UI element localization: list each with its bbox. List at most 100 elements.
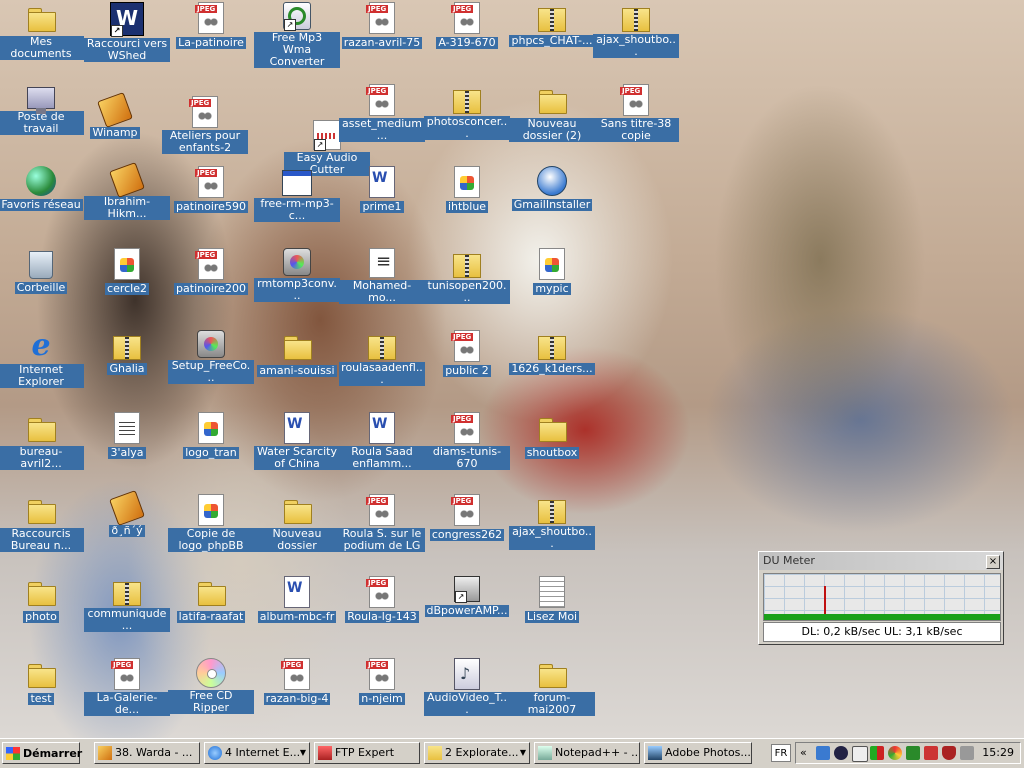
desktop-icon-copie-logo[interactable]: Copie de logo_phpBB [168, 494, 254, 552]
desktop-icon-roula-lg[interactable]: Roula-lg-143 [339, 576, 425, 623]
desktop-icon-latifa[interactable]: latifa-raafat [168, 576, 254, 623]
desktop-icon-phpcs-chat[interactable]: phpcs_CHAT-... [509, 2, 595, 47]
close-icon[interactable]: × [986, 555, 1000, 569]
desktop-icon-photo[interactable]: photo [0, 576, 84, 623]
desktop-icon-mypic[interactable]: mypic [509, 248, 595, 295]
desktop-icon-nouveau-dossier-2[interactable]: Nouveau dossier (2) [509, 84, 595, 142]
desktop-icon-test[interactable]: test [0, 658, 84, 705]
desktop-icon-album-mbc[interactable]: album-mbc-fr [254, 576, 340, 623]
desktop-icon-shoutbox[interactable]: shoutbox [509, 412, 595, 459]
globe-tray-icon[interactable] [834, 746, 848, 760]
desktop-icon-cercle2[interactable]: cercle2 [84, 248, 170, 295]
desktop-icon-razan-big[interactable]: razan-big-4 [254, 658, 340, 705]
network-tray-icon[interactable] [816, 746, 830, 760]
security-tray-icon[interactable] [924, 746, 938, 760]
desktop-icon-tunisopen[interactable]: tunisopen200... [424, 248, 510, 304]
jpeg-file-icon [195, 248, 224, 280]
desktop-icon-corbeille[interactable]: Corbeille [0, 248, 84, 294]
desktop-icon-mes-documents[interactable]: Mes documents [0, 2, 84, 60]
desktop-icon-la-galerie[interactable]: La-Galerie-de... [84, 658, 170, 716]
desktop-icon-patinoire200[interactable]: patinoire200 [168, 248, 254, 295]
desktop-icon-ajax-shoutbox[interactable]: ajax_shoutbo... [593, 2, 679, 58]
chrome-tray-icon[interactable] [888, 746, 902, 760]
desktop-icon-favoris-reseau[interactable]: Favoris réseau [0, 166, 84, 211]
desktop-icon-1626-k1ders[interactable]: 1626_k1ders... [509, 330, 595, 375]
desktop-icon-la-patinoire[interactable]: La-patinoire [168, 2, 254, 49]
icon-label: Roula-lg-143 [345, 610, 419, 623]
desktop-icon-forum-mai[interactable]: forum-mai2007 [509, 658, 595, 716]
desktop-icon-sans-titre[interactable]: Sans titre-38 copie [593, 84, 679, 142]
update-tray-icon[interactable] [906, 746, 920, 760]
desktop-icon-communiqude[interactable]: communiqude... [84, 576, 170, 632]
icon-label: Copie de logo_phpBB [168, 528, 254, 552]
desktop-icon-diams[interactable]: diams-tunis-670 [424, 412, 510, 470]
network-icon [26, 166, 56, 196]
taskbar-button-ftp-expert[interactable]: FTP Expert [314, 742, 420, 764]
desktop-icon-setup-freeco[interactable]: Setup_FreeCo... [168, 330, 254, 384]
desktop-icon-logo-tran[interactable]: logo_tran [168, 412, 254, 459]
shortcut-arrow-icon: ↗ [314, 139, 326, 151]
desktop-icon-free-mp3-wma[interactable]: ↗ Free Mp3 Wma Converter [254, 2, 340, 68]
desktop-icon-dbpoweramp[interactable]: ↗ dBpowerAMP... [424, 576, 510, 617]
folder-icon [428, 746, 442, 760]
du-meter-window[interactable]: DU Meter × DL: 0,2 kB/sec UL: 3,1 kB/sec [758, 551, 1004, 645]
desktop-icon-water-scarcity[interactable]: Water Scarcity of China [254, 412, 340, 470]
taskbar-button-photoshop[interactable]: Adobe Photos... [644, 742, 752, 764]
desktop-icon-bureau-avril[interactable]: bureau-avril2... [0, 412, 84, 470]
icon-label: Nouveau dossier [254, 528, 340, 552]
desktop-icon-razan-avril[interactable]: razan-avril-75 [339, 2, 425, 49]
taskbar-button-winamp[interactable]: 38. Warda - ... [94, 742, 200, 764]
bandwidth-graph [763, 573, 1001, 621]
icon-label: Corbeille [14, 281, 68, 294]
language-indicator[interactable]: FR [771, 744, 791, 762]
setup-icon [197, 330, 225, 358]
desktop-icon-ghalia[interactable]: Ghalia [84, 330, 170, 375]
desktop-icon-patinoire590[interactable]: patinoire590 [168, 166, 254, 213]
desktop-icon-wshed[interactable]: W ↗ Raccourci vers WShed [84, 2, 170, 62]
icon-label: cercle2 [105, 282, 149, 295]
desktop-icon-roulasaadenfl[interactable]: roulasaadenfl... [339, 330, 425, 386]
folder-icon [195, 576, 227, 608]
clock[interactable]: 15:29 [982, 743, 1014, 763]
volume-tray-icon[interactable] [960, 746, 974, 760]
icon-label: ð¸ñ´ý [109, 524, 145, 537]
taskbar-button-explorer[interactable]: 2 Explorate... ▼ [424, 742, 530, 764]
show-hidden-icons-button[interactable]: « [800, 743, 807, 763]
start-button[interactable]: Démarrer [2, 742, 82, 764]
desktop-icon-raccourcis-bureau[interactable]: Raccourcis Bureau n... [0, 494, 84, 552]
desktop-icon-free-rm-mp3[interactable]: free-rm-mp3-c... [254, 166, 340, 222]
desktop-icon-ibrahim[interactable]: Ibrahim-Hikm... [84, 162, 170, 220]
desktop-icon-a-319[interactable]: A-319-670 [424, 2, 510, 49]
taskbar-button-notepadpp[interactable]: Notepad++ - ... [534, 742, 640, 764]
desktop-icon-lisez-moi[interactable]: Lisez Moi [509, 576, 595, 623]
shield-tray-icon[interactable] [942, 746, 956, 760]
desktop-icon-ajax-shoutbox-2[interactable]: ajax_shoutbo... [509, 494, 595, 550]
desktop-icon-internet-explorer[interactable]: e Internet Explorer [0, 330, 84, 388]
desktop-icon-roula-podium[interactable]: Roula S. sur le podium de LG [339, 494, 425, 552]
meter-bars-tray-icon[interactable] [870, 746, 884, 760]
image-file-icon [198, 494, 224, 526]
desktop-icon-rmtomp3conv[interactable]: rmtomp3conv... [254, 248, 340, 302]
desktop-icon-photosconcer[interactable]: photosconcer... [424, 84, 510, 140]
desktop-icon-winamp[interactable]: Winamp [72, 92, 158, 139]
desktop-icon-gmailinstaller[interactable]: GmailInstaller [509, 166, 595, 211]
desktop-icon-free-cd-ripper[interactable]: Free CD Ripper [168, 658, 254, 714]
du-meter-tray-icon[interactable] [852, 746, 868, 762]
desktop-icon-nouveau-dossier[interactable]: Nouveau dossier [254, 494, 340, 552]
desktop-icon-ihtblue[interactable]: ihtblue [424, 166, 510, 213]
desktop-icon-prime1[interactable]: prime1 [339, 166, 425, 213]
taskbar-button-internet-explorer[interactable]: 4 Internet E... ▼ [204, 742, 310, 764]
folder-icon [25, 576, 57, 608]
desktop-icon-public-2[interactable]: public 2 [424, 330, 510, 377]
desktop-icon-congress262[interactable]: congress262 [424, 494, 510, 541]
desktop-icon-garbled[interactable]: ð¸ñ´ý [84, 490, 170, 537]
desktop-icon-3alya[interactable]: 3'alya [84, 412, 170, 459]
desktop-icon-roula-saad[interactable]: Roula Saad enflamm... [339, 412, 425, 470]
desktop-icon-asset-medium[interactable]: asset_medium... [339, 84, 425, 142]
desktop-icon-amani-souissi[interactable]: amani-souissi [254, 330, 340, 377]
desktop-icon-mohamed-mo[interactable]: Mohamed-mo... [339, 248, 425, 304]
du-meter-titlebar[interactable]: DU Meter × [759, 552, 1003, 570]
desktop-icon-ateliers[interactable]: Ateliers pour enfants-2 [162, 96, 248, 154]
desktop-icon-n-njeim[interactable]: n-njeim [339, 658, 425, 705]
desktop-icon-audiovideo[interactable]: AudioVideo_T... [424, 658, 510, 716]
